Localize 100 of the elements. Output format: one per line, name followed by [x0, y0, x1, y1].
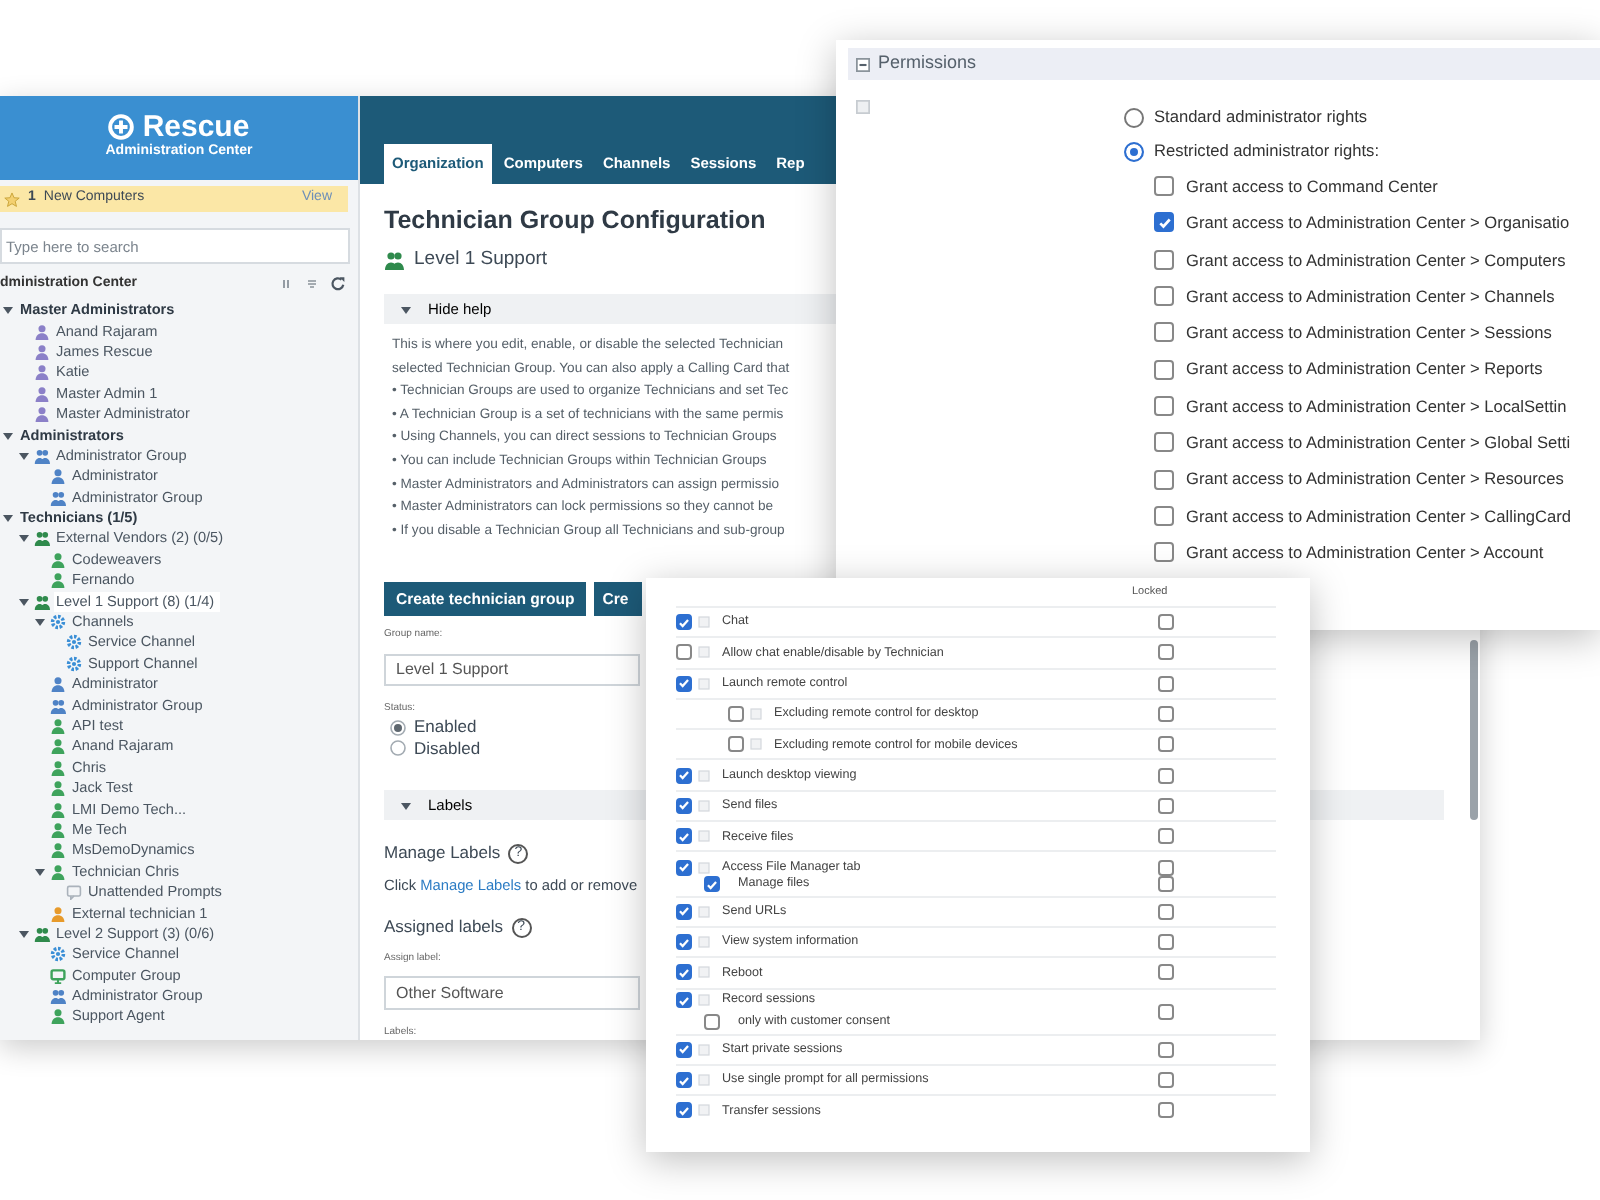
checkbox[interactable] [1154, 322, 1174, 343]
caret-icon[interactable] [400, 303, 412, 315]
checkbox-label: Grant access to Administration Center > Reports [1186, 356, 1543, 382]
checkbox[interactable] [1154, 286, 1174, 307]
checkbox[interactable] [676, 644, 692, 661]
checkbox[interactable] [1154, 359, 1174, 380]
caret-icon[interactable] [18, 532, 30, 545]
checkbox[interactable] [676, 903, 692, 920]
checkbox-label: Grant access to Administration Center > Resources [1186, 466, 1564, 492]
caret-icon[interactable] [2, 304, 14, 317]
checkbox[interactable] [1154, 176, 1174, 197]
checkbox[interactable] [1158, 876, 1174, 893]
radio-button[interactable] [390, 719, 406, 736]
checkbox[interactable] [1158, 644, 1174, 661]
checkbox[interactable] [1158, 859, 1174, 876]
person-icon [34, 323, 50, 340]
checkbox-label: Grant access to Administration Center > Channels [1186, 283, 1555, 309]
person-icon [50, 842, 66, 859]
checkbox[interactable] [676, 964, 692, 981]
checkbox-label: Grant access to Administration Center > Global Setti [1186, 430, 1571, 455]
checkbox[interactable] [1158, 1102, 1174, 1119]
caret-icon[interactable] [400, 799, 412, 812]
checkbox[interactable] [676, 1072, 692, 1088]
checkbox[interactable] [704, 876, 720, 893]
checkbox[interactable] [1154, 469, 1174, 490]
radio-button[interactable] [1124, 141, 1144, 161]
person-icon [50, 863, 66, 880]
collapse-icon[interactable] [282, 278, 294, 290]
caret-icon[interactable] [18, 595, 30, 608]
checkbox[interactable] [1158, 1041, 1174, 1058]
checkbox[interactable] [1154, 395, 1174, 416]
checkbox[interactable] [1158, 736, 1174, 753]
star-icon [4, 191, 20, 207]
checkbox[interactable] [1154, 505, 1174, 526]
caret-icon[interactable] [18, 449, 30, 462]
checkbox[interactable] [1158, 828, 1174, 845]
gear-icon [50, 946, 66, 963]
people-icon [34, 530, 50, 547]
checkbox[interactable] [1158, 1003, 1174, 1020]
people-icon [50, 697, 66, 714]
sort-icon[interactable] [306, 278, 318, 290]
checkbox[interactable] [676, 1102, 692, 1119]
checkbox[interactable] [1158, 903, 1174, 920]
checkbox[interactable] [676, 828, 692, 845]
checkbox[interactable] [728, 706, 744, 723]
person-icon [34, 343, 50, 360]
person-icon [50, 905, 66, 922]
checkbox[interactable] [676, 767, 692, 784]
person-icon [34, 406, 50, 423]
person-icon [34, 385, 50, 402]
group-name-field[interactable]: Level 1 Support [384, 653, 640, 686]
checkbox[interactable] [676, 992, 692, 1009]
checkbox[interactable] [676, 1041, 692, 1058]
checkbox[interactable] [1154, 249, 1174, 270]
caret-icon[interactable] [34, 616, 46, 629]
radio-label: Restricted administrator rights: [1154, 138, 1380, 164]
checkbox[interactable] [1158, 934, 1174, 951]
minus-box-icon[interactable] [856, 57, 870, 71]
checkbox[interactable] [676, 614, 692, 631]
checkbox[interactable] [1154, 432, 1174, 453]
speech-bubble-icon [66, 884, 82, 901]
checkbox-label: Grant access to Command Center [1186, 173, 1438, 199]
radio-button[interactable] [1124, 107, 1144, 127]
checkbox[interactable] [1158, 767, 1174, 784]
checkbox[interactable] [1158, 706, 1174, 723]
checkbox[interactable] [676, 934, 692, 951]
checkbox[interactable] [1158, 1072, 1174, 1088]
person-icon [50, 718, 66, 734]
caret-icon[interactable] [34, 865, 46, 878]
checkbox[interactable] [728, 736, 744, 753]
section-heading: Assigned labels [384, 914, 504, 940]
checkbox[interactable] [676, 675, 692, 692]
checkbox[interactable] [1154, 542, 1174, 563]
refresh-icon[interactable] [330, 276, 346, 292]
radio-button[interactable] [390, 740, 406, 757]
radio-label: Enabled [414, 714, 477, 740]
checkbox[interactable] [704, 1014, 720, 1031]
caret-icon[interactable] [2, 512, 14, 525]
checkbox[interactable] [676, 797, 692, 814]
monitor-icon [50, 967, 66, 984]
checkbox-label: Grant access to Administration Center > Organisatio [1186, 210, 1570, 236]
person-icon [50, 1008, 66, 1025]
checkbox[interactable] [1158, 675, 1174, 692]
scrollbar-thumb[interactable] [1470, 640, 1478, 820]
group-name: Level 1 Support [414, 245, 548, 274]
person-icon [50, 821, 66, 838]
caret-icon[interactable] [18, 927, 30, 940]
caret-icon[interactable] [2, 429, 14, 442]
page-title: Technician Group Configuration [384, 204, 766, 238]
person-icon [50, 801, 66, 818]
logo-text: Rescue [142, 112, 250, 143]
checkbox[interactable] [1158, 964, 1174, 981]
people-icon [34, 925, 50, 942]
checkbox[interactable] [676, 859, 692, 876]
checkbox[interactable] [1154, 212, 1174, 233]
checkbox[interactable] [1158, 797, 1174, 814]
checkbox-label: Grant access to Administration Center > LocalSettin [1186, 393, 1567, 419]
assign-label-field[interactable]: Other Software [384, 975, 640, 1010]
person-icon [50, 551, 66, 568]
checkbox[interactable] [1158, 614, 1174, 631]
